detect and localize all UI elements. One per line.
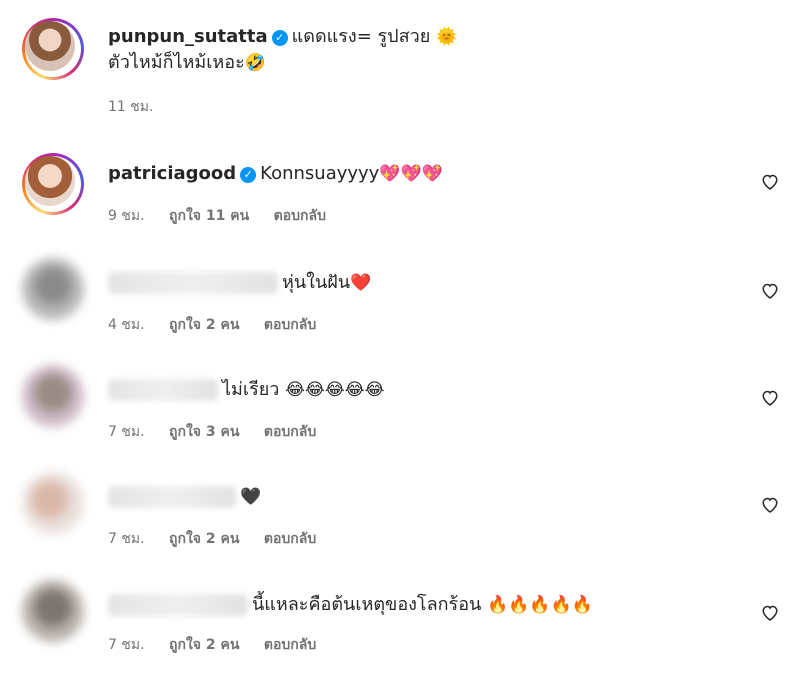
like-heart-icon[interactable] — [760, 280, 780, 300]
comment-text: นี้แหละคือต้นเหตุของโลกร้อน — [252, 594, 482, 615]
comments-panel: punpun_sutatta ✓ แดดแรง= รูปสวย 🌞 ตัวไหม้ก… — [0, 0, 800, 680]
verified-badge-icon: ✓ — [271, 30, 288, 46]
sun-emoji-icon: 🌞 — [435, 27, 458, 47]
comment-body: patriciagood ✓ Konnsuayyyy💖💖💖 — [108, 161, 443, 187]
reply-button[interactable]: ตอบกลับ — [264, 531, 316, 547]
comment-username[interactable]: patriciagood — [108, 163, 236, 184]
blurred-username[interactable] — [108, 272, 278, 294]
comment-meta: 4 ชม. ถูกใจ 2 คน ตอบกลับ — [108, 314, 336, 336]
comment-time: 9 ชม. — [108, 208, 145, 224]
fire-emoji-icon: 🔥🔥🔥🔥🔥 — [487, 595, 593, 615]
heart-emoji-icon: ❤️ — [350, 273, 372, 293]
comment-item: นี้แหละคือต้นเหตุของโลกร้อน 🔥🔥🔥🔥🔥 7 ชม. … — [22, 580, 792, 680]
like-heart-icon[interactable] — [760, 171, 780, 191]
comment-body: หุ่นในฝัน❤️ — [108, 270, 371, 296]
blurred-username[interactable] — [108, 486, 236, 508]
blurred-username[interactable] — [108, 379, 218, 401]
commenter-avatar[interactable] — [22, 472, 84, 534]
caption-text-line-2: ตัวไหม้ก็ไหม้เหอะ — [108, 52, 245, 73]
comment-item: ไม่เรียว 😂😂😂😂😂 7 ชม. ถูกใจ 3 คน ตอบกลับ — [22, 365, 792, 465]
comment-item: 🖤 7 ชม. ถูกใจ 2 คน ตอบกลับ — [22, 472, 792, 572]
comment-text: ไม่เรียว — [222, 379, 280, 400]
black-heart-emoji-icon: 🖤 — [240, 487, 262, 507]
author-avatar[interactable] — [22, 18, 84, 80]
caption-line-2: ตัวไหม้ก็ไหม้เหอะ🤣 — [108, 50, 457, 76]
like-heart-icon[interactable] — [760, 387, 780, 407]
comment-meta: 9 ชม. ถูกใจ 11 คน ตอบกลับ — [108, 205, 346, 227]
comment-likes[interactable]: ถูกใจ 11 คน — [169, 208, 249, 224]
comment-item: หุ่นในฝัน❤️ 4 ชม. ถูกใจ 2 คน ตอบกลับ — [22, 258, 792, 358]
commenter-avatar[interactable] — [22, 580, 84, 642]
comment-meta: 7 ชม. ถูกใจ 2 คน ตอบกลับ — [108, 528, 336, 550]
blurred-username[interactable] — [108, 594, 248, 616]
verified-badge-icon: ✓ — [240, 167, 257, 183]
comment-likes[interactable]: ถูกใจ 2 คน — [169, 317, 239, 333]
reply-button[interactable]: ตอบกลับ — [264, 317, 316, 333]
comment-body: 🖤 — [108, 484, 261, 510]
comment-likes[interactable]: ถูกใจ 2 คน — [169, 531, 239, 547]
caption-username[interactable]: punpun_sutatta — [108, 26, 268, 47]
comment-time: 7 ชม. — [108, 531, 145, 547]
caption-line-1: punpun_sutatta ✓ แดดแรง= รูปสวย 🌞 — [108, 24, 457, 50]
comment-meta: 7 ชม. ถูกใจ 3 คน ตอบกลับ — [108, 421, 336, 443]
comment-time: 7 ชม. — [108, 637, 145, 653]
comment-item: patriciagood ✓ Konnsuayyyy💖💖💖 9 ชม. ถูกใจ … — [22, 153, 792, 253]
like-heart-icon[interactable] — [760, 494, 780, 514]
comment-likes[interactable]: ถูกใจ 3 คน — [169, 424, 239, 440]
reply-button[interactable]: ตอบกลับ — [264, 637, 316, 653]
tears-of-joy-emoji-icon: 😂😂😂😂😂 — [285, 380, 385, 400]
comment-text: หุ่นในฝัน — [282, 272, 351, 293]
comment-likes[interactable]: ถูกใจ 2 คน — [169, 637, 239, 653]
comment-meta: 7 ชม. ถูกใจ 2 คน ตอบกลับ — [108, 634, 336, 656]
laughing-emoji-icon: 🤣 — [244, 53, 266, 73]
caption-text-block: punpun_sutatta ✓ แดดแรง= รูปสวย 🌞 ตัวไหม้ก… — [108, 24, 457, 76]
heart-emoji-icon: 💖💖💖 — [379, 164, 443, 184]
reply-button[interactable]: ตอบกลับ — [274, 208, 326, 224]
reply-button[interactable]: ตอบกลับ — [264, 424, 316, 440]
comment-time: 7 ชม. — [108, 424, 145, 440]
commenter-avatar[interactable] — [22, 153, 84, 215]
commenter-avatar[interactable] — [22, 258, 84, 320]
comment-text: Konnsuayyyy — [260, 163, 380, 184]
comment-time: 4 ชม. — [108, 317, 145, 333]
commenter-avatar[interactable] — [22, 365, 84, 427]
comment-body: นี้แหละคือต้นเหตุของโลกร้อน 🔥🔥🔥🔥🔥 — [108, 592, 593, 618]
comment-body: ไม่เรียว 😂😂😂😂😂 — [108, 377, 384, 403]
like-heart-icon[interactable] — [760, 602, 780, 622]
caption-time: 11 ชม. — [108, 99, 154, 115]
caption-meta: 11 ชม. — [108, 96, 173, 118]
caption-text-line-1: แดดแรง= รูปสวย — [291, 26, 431, 47]
